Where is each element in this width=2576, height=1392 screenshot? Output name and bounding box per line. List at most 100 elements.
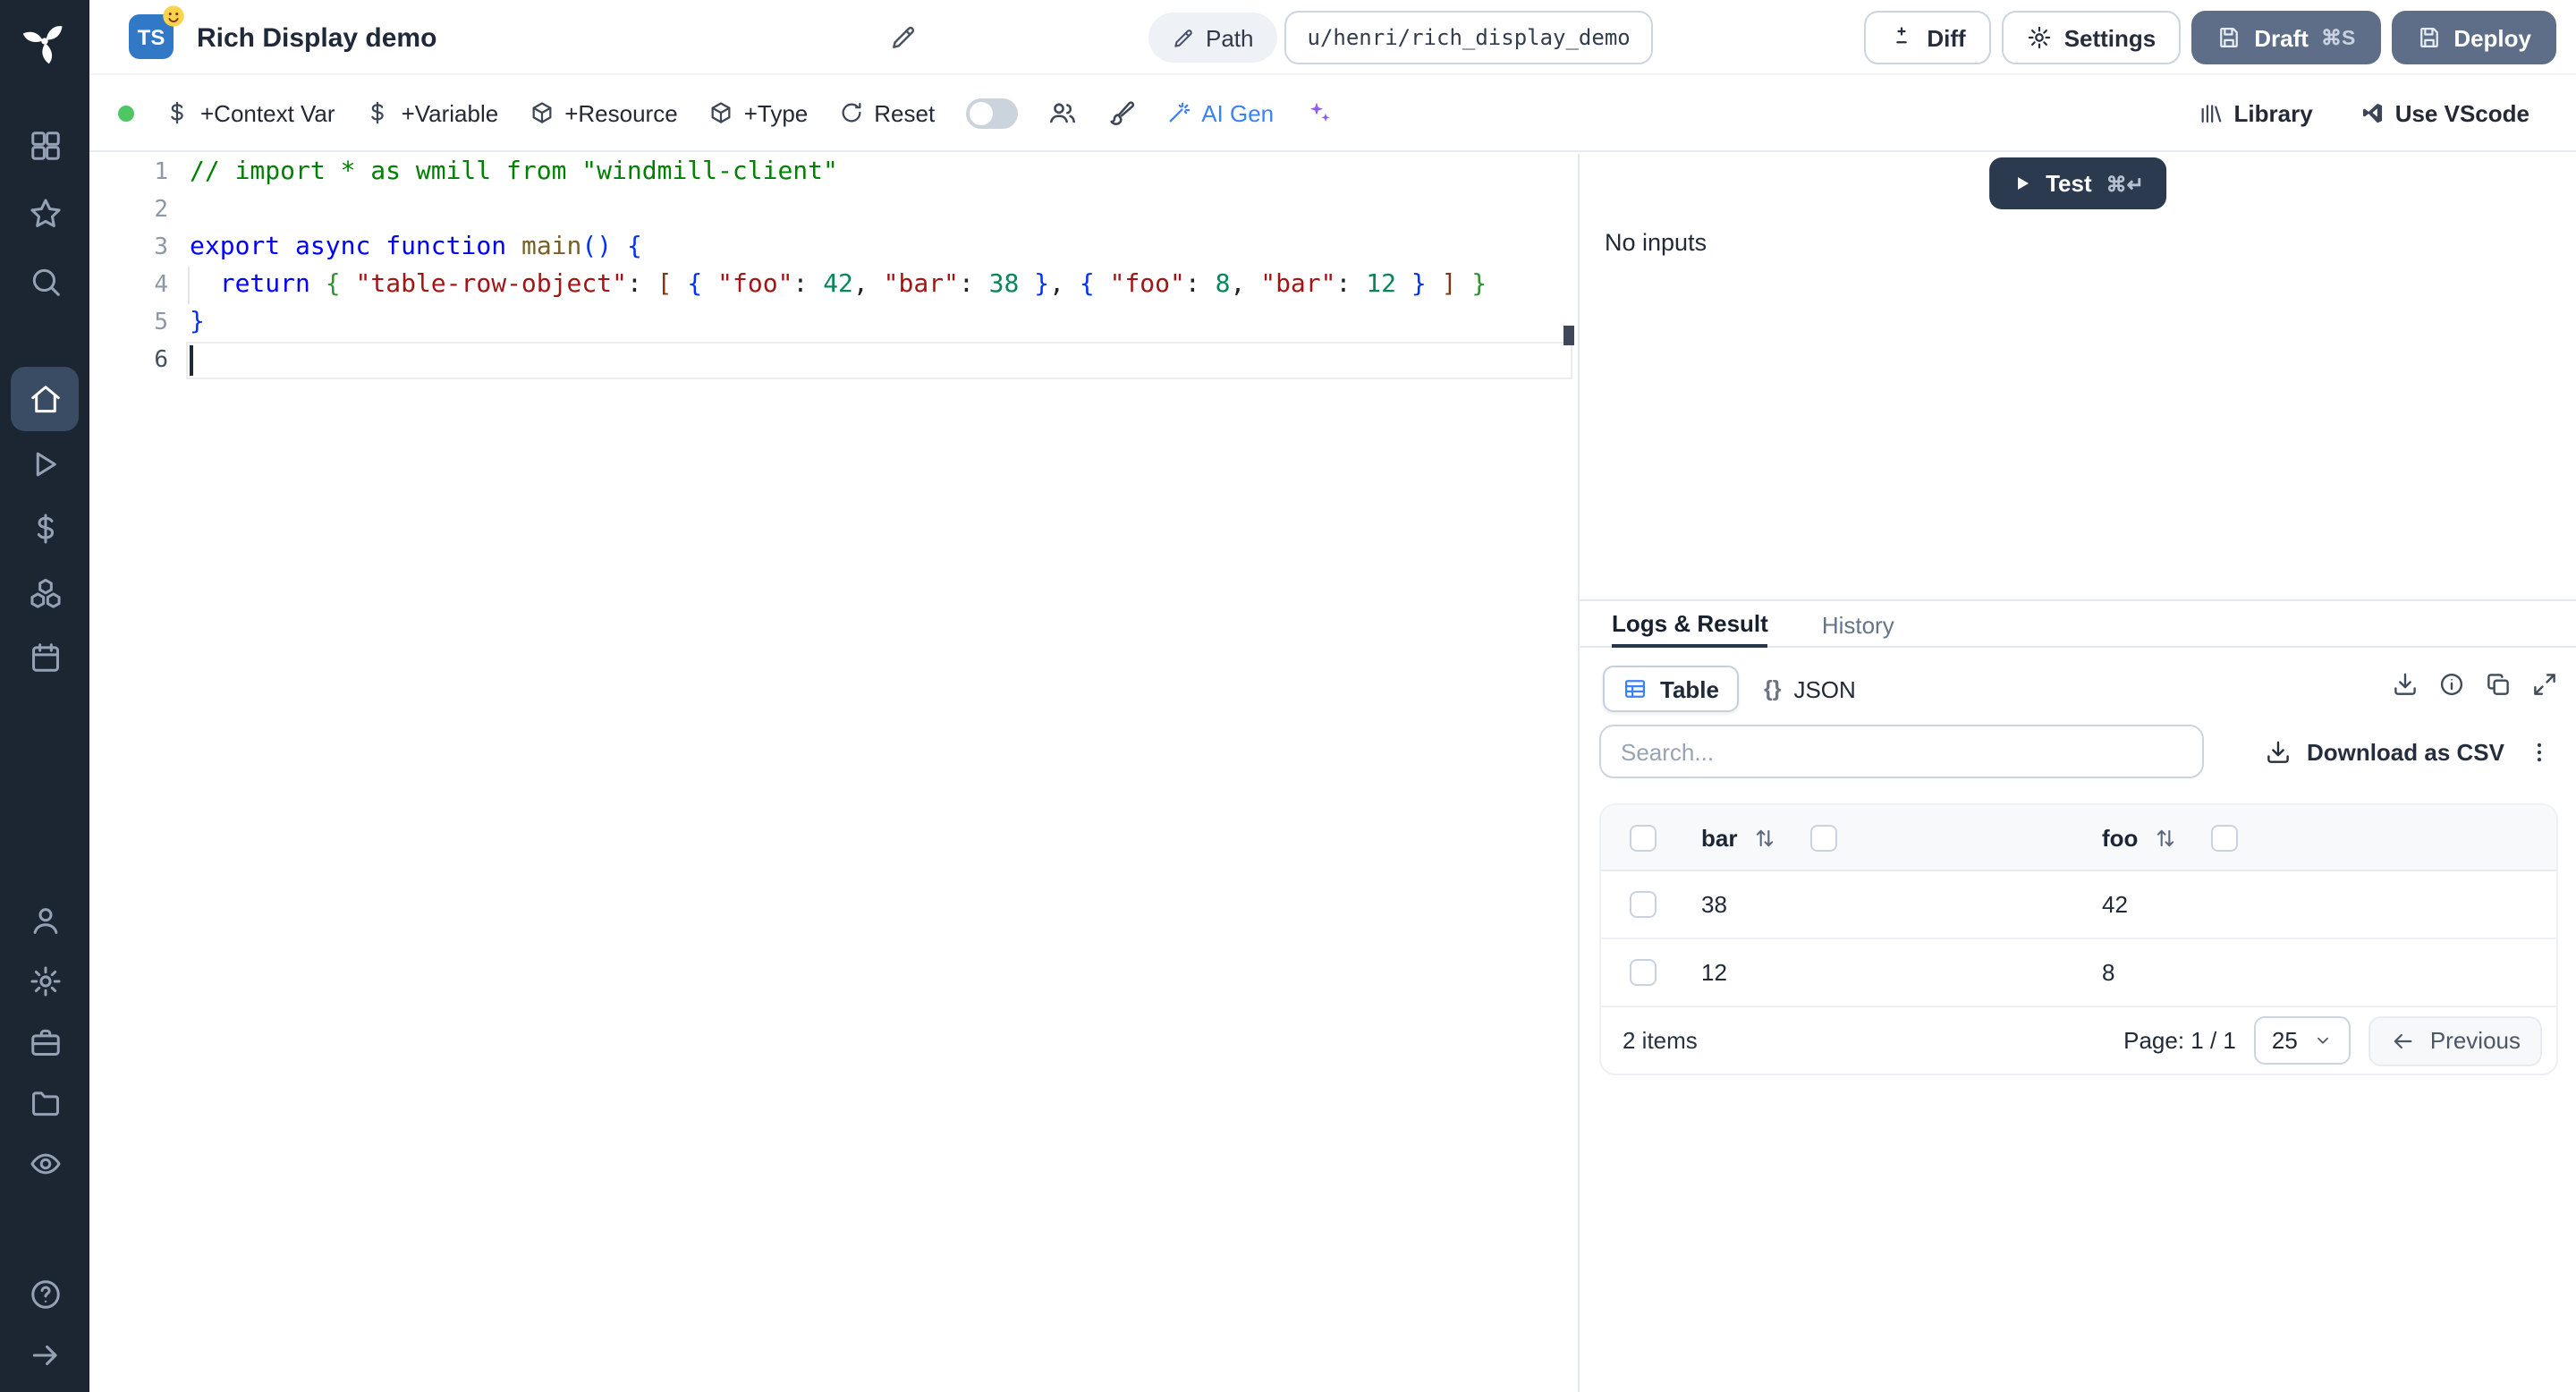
- table-body: 38 42 12 8: [1601, 871, 2556, 1007]
- sort-icon[interactable]: [2154, 826, 2177, 849]
- type-label: +Type: [743, 99, 809, 126]
- sidebar-item-folder[interactable]: [11, 1072, 79, 1133]
- add-context-var-button[interactable]: +Context Var: [165, 99, 335, 126]
- line-number: 6: [154, 347, 168, 374]
- expand-result-icon[interactable]: [2531, 671, 2558, 698]
- library-label: Library: [2233, 99, 2313, 126]
- library-button[interactable]: Library: [2199, 99, 2313, 126]
- sidebar-item-star[interactable]: [11, 179, 79, 247]
- variable-label: +Variable: [401, 99, 499, 126]
- download-csv-button[interactable]: Download as CSV: [2251, 725, 2519, 778]
- tab-logs-result[interactable]: Logs & Result: [1612, 601, 1768, 648]
- table-row[interactable]: 12 8: [1601, 939, 2556, 1007]
- row-checkbox[interactable]: [1630, 959, 1657, 986]
- package-icon: [708, 100, 733, 125]
- table-icon: [1623, 676, 1648, 701]
- sidebar-item-briefcase[interactable]: [11, 1011, 79, 1072]
- home-icon: [28, 382, 62, 416]
- users-icon[interactable]: [1047, 98, 1076, 127]
- sidebar-group-top: [11, 111, 79, 315]
- sidebar-item-arrow-right[interactable]: [11, 1324, 79, 1385]
- save-icon: [2216, 25, 2241, 50]
- search-input[interactable]: [1599, 725, 2204, 778]
- sidebar-item-resources[interactable]: [11, 560, 79, 624]
- sidebar-item-apps[interactable]: [11, 111, 79, 179]
- column-checkbox[interactable]: [1810, 824, 1838, 851]
- code-line-2[interactable]: [190, 191, 1572, 229]
- column-header-foo: foo: [2080, 824, 2556, 851]
- add-resource-button[interactable]: +Resource: [529, 99, 678, 126]
- sidebar-item-play[interactable]: [11, 431, 79, 496]
- sidebar-item-eye[interactable]: [11, 1133, 79, 1193]
- use-vscode-button[interactable]: Use VScode: [2360, 99, 2529, 126]
- pagination: Page: 1 / 1 25 Previous: [2123, 1015, 2542, 1065]
- format-brush-icon[interactable]: [1106, 98, 1135, 127]
- select-all-checkbox[interactable]: [1630, 824, 1657, 851]
- toolbar-right: Library Use VScode: [2199, 99, 2529, 126]
- view-json-button[interactable]: {} JSON: [1746, 666, 1874, 712]
- download-result-icon[interactable]: [2392, 671, 2419, 698]
- diff-label: Diff: [1927, 24, 1966, 51]
- path-button[interactable]: Path: [1148, 13, 1277, 63]
- play-icon: [28, 446, 62, 480]
- sidebar-item-home[interactable]: [11, 367, 79, 431]
- page-size-select[interactable]: 25: [2253, 1016, 2351, 1065]
- diff-mode-toggle[interactable]: [965, 98, 1018, 128]
- ai-gen-label: AI Gen: [1201, 99, 1275, 126]
- line-number: 5: [154, 310, 168, 336]
- gear-icon: [28, 963, 62, 997]
- dollar-icon: [28, 511, 62, 545]
- code-line-3[interactable]: export async function main() {: [190, 229, 1572, 267]
- info-icon[interactable]: [2438, 671, 2465, 698]
- add-type-button[interactable]: +Type: [708, 99, 809, 126]
- table-row[interactable]: 38 42: [1601, 871, 2556, 939]
- table-menu-button[interactable]: [2519, 725, 2558, 778]
- row-checkbox[interactable]: [1630, 891, 1657, 918]
- windmill-logo-icon[interactable]: [21, 18, 68, 64]
- previous-page-button[interactable]: Previous: [2368, 1015, 2542, 1065]
- code-editor[interactable]: 1 2 3 4 5 6 // import * as wmill from "windmi…: [89, 154, 1576, 1392]
- code-line-6[interactable]: [190, 342, 1572, 379]
- path-value[interactable]: u/henri/rich_display_demo: [1284, 11, 1654, 64]
- column-checkbox[interactable]: [2211, 824, 2239, 851]
- download-icon: [2266, 738, 2292, 765]
- edit-summary-pencil-icon[interactable]: [889, 23, 918, 52]
- sidebar-item-user[interactable]: [11, 889, 79, 950]
- sidebar-item-dollar[interactable]: [11, 496, 79, 560]
- copy-result-icon[interactable]: [2485, 671, 2512, 698]
- draft-button[interactable]: Draft ⌘S: [2191, 11, 2381, 64]
- sidebar-item-gear[interactable]: [11, 950, 79, 1011]
- apps-icon: [28, 128, 62, 162]
- sidebar-item-calendar[interactable]: [11, 624, 79, 689]
- path-group: Path u/henri/rich_display_demo: [1148, 11, 1654, 64]
- test-button[interactable]: Test ⌘↵: [1988, 157, 2167, 209]
- sidebar-item-search[interactable]: [11, 247, 79, 315]
- header-buttons: Diff Settings Draft ⌘S Deploy: [1864, 11, 2556, 64]
- tab-history[interactable]: History: [1822, 601, 1894, 648]
- settings-button[interactable]: Settings: [2001, 11, 2182, 64]
- table-cell: 12: [1680, 959, 2080, 986]
- sidebar-item-help[interactable]: [11, 1263, 79, 1324]
- sort-icon[interactable]: [1753, 826, 1776, 849]
- no-inputs-text: No inputs: [1605, 229, 1707, 256]
- add-variable-button[interactable]: +Variable: [366, 99, 499, 126]
- view-table-button[interactable]: Table: [1603, 666, 1739, 712]
- deploy-button[interactable]: Deploy: [2391, 11, 2556, 64]
- user-icon: [28, 903, 62, 937]
- sparkles-icon[interactable]: [1304, 98, 1333, 127]
- vscode-icon: [2360, 100, 2385, 125]
- star-icon: [28, 196, 62, 230]
- pencil-icon: [1172, 26, 1195, 49]
- code-line-4[interactable]: return { "table-row-object": [ { "foo": …: [190, 267, 1572, 304]
- windmill-script-editor: TS Rich Display demo Path u/henri/rich_d…: [0, 0, 2576, 1392]
- ai-gen-button[interactable]: AI Gen: [1165, 99, 1274, 126]
- code-line-1[interactable]: // import * as wmill from "windmill-clie…: [190, 154, 1572, 191]
- table-cell: 8: [2080, 959, 2556, 986]
- code-line-5[interactable]: }: [190, 304, 1572, 342]
- help-icon: [28, 1277, 62, 1311]
- chevron-down-icon: [2314, 1031, 2334, 1050]
- diff-button[interactable]: Diff: [1864, 11, 1991, 64]
- code-content[interactable]: // import * as wmill from "windmill-clie…: [190, 154, 1572, 379]
- reset-button[interactable]: Reset: [838, 99, 935, 126]
- sidebar-group-main: [11, 367, 79, 689]
